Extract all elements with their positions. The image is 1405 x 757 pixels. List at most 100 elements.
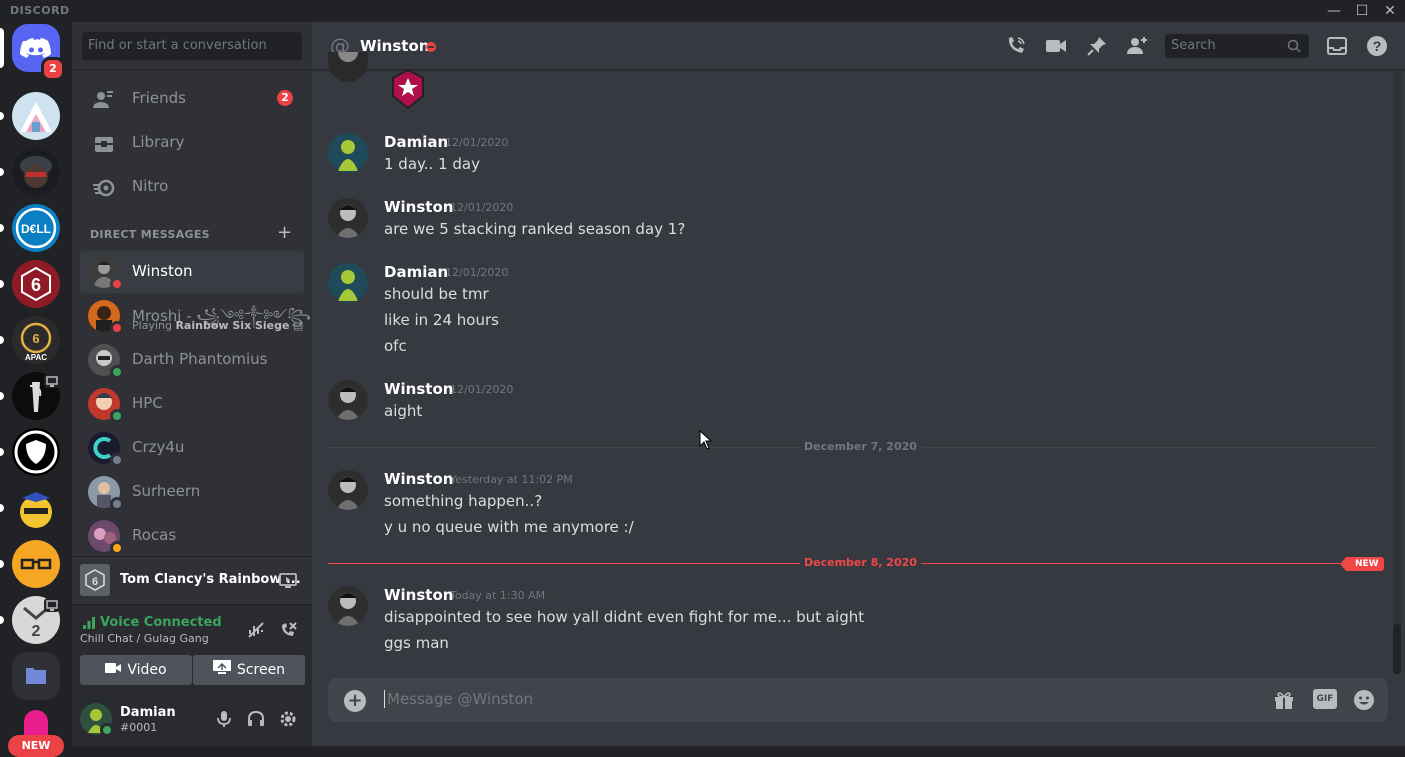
gift-icon[interactable] <box>1272 688 1296 712</box>
status-online-icon <box>110 365 124 379</box>
video-call-icon[interactable] <box>1044 34 1068 58</box>
dm-name: Rocas <box>132 526 177 544</box>
server-icon-shield[interactable] <box>12 428 60 476</box>
folder-icon <box>26 668 46 684</box>
message-avatar[interactable] <box>328 470 368 510</box>
dm-item-mroshi[interactable]: Mroshi - ꧁༺༒༻꧂... Playing Rainbow Six Si… <box>80 295 325 337</box>
message-text: ofc <box>384 337 407 355</box>
selected-pill <box>0 28 4 68</box>
unread-pill <box>0 504 4 512</box>
nav-friends[interactable]: Friends 2 <box>80 78 304 120</box>
title-bar: DISCORD — ☐ ✕ <box>0 0 1405 22</box>
go-live-icon[interactable] <box>278 571 298 591</box>
microphone-icon[interactable] <box>214 709 234 729</box>
message-author[interactable]: Winston <box>384 380 453 398</box>
unread-pill <box>0 112 4 120</box>
friends-badge: 2 <box>277 90 293 106</box>
chat-title[interactable]: Winston <box>360 37 429 55</box>
server-icon-apac[interactable]: 6 APAC <box>12 316 60 364</box>
minimize-button[interactable]: — <box>1323 1 1345 21</box>
message-avatar[interactable] <box>328 263 368 303</box>
shield-server-icon <box>12 428 60 476</box>
message-author[interactable]: Damian <box>384 263 448 281</box>
noise-suppression-icon[interactable] <box>246 620 266 640</box>
emoji-icon[interactable] <box>1352 688 1376 712</box>
maximize-button[interactable]: ☐ <box>1351 1 1373 21</box>
server-icon-dell[interactable]: D€LL <box>12 204 60 252</box>
status-idle-icon <box>110 541 124 555</box>
dm-item-darth-phantomius[interactable]: Darth Phantomius <box>80 339 304 381</box>
nav-nitro[interactable]: Nitro <box>80 166 304 208</box>
svg-text:6: 6 <box>92 576 98 588</box>
monitor-icon <box>46 600 58 611</box>
message-author[interactable]: Damian <box>384 133 448 151</box>
svg-text:?: ? <box>1373 38 1382 54</box>
app-brand: DISCORD <box>10 4 70 17</box>
message-avatar[interactable] <box>328 52 368 82</box>
dm-name: Winston <box>132 262 193 280</box>
message-input[interactable]: Message @Winston <box>384 690 533 708</box>
video-button[interactable]: Video <box>80 655 192 685</box>
dm-item-rocas[interactable]: Rocas <box>80 515 304 557</box>
message-author[interactable]: Winston <box>384 470 453 488</box>
voice-status[interactable]: Voice Connected <box>100 615 222 630</box>
activity-panel: 6 Tom Clancy's Rainbow ... <box>72 556 312 604</box>
dm-sidebar: Find or start a conversation Friends 2 L… <box>72 22 325 746</box>
dm-item-winston[interactable]: Winston <box>80 251 304 293</box>
status-online-icon <box>100 723 114 737</box>
svg-text:6: 6 <box>31 275 41 295</box>
message-avatar[interactable] <box>328 380 368 420</box>
home-badge: 2 <box>41 57 65 81</box>
message-text: y u no queue with me anymore :/ <box>384 518 634 536</box>
message-avatar[interactable] <box>328 586 368 626</box>
status-dnd-icon <box>110 321 124 335</box>
soldier-server-icon <box>12 148 60 196</box>
pin-icon[interactable] <box>1085 34 1109 58</box>
message-author[interactable]: Winston <box>384 586 453 604</box>
message-text: are we 5 stacking ranked season day 1? <box>384 220 686 238</box>
close-button[interactable]: ✕ <box>1379 1 1401 21</box>
rich-presence-icon: ▤ <box>292 319 304 332</box>
svg-text:2: 2 <box>32 623 41 640</box>
message-avatar[interactable] <box>328 198 368 238</box>
new-messages-tag: NEW <box>1340 557 1384 571</box>
server-icon-castle[interactable] <box>12 92 60 140</box>
voice-panel: Voice Connected Chill Chat / Gulag Gang … <box>72 604 312 692</box>
new-unreads-pill[interactable]: NEW <box>8 735 64 757</box>
message-text: something happen..? <box>384 492 543 510</box>
find-conversation-button[interactable]: Find or start a conversation <box>82 32 302 60</box>
svg-text:APAC: APAC <box>25 353 47 362</box>
headphones-icon[interactable] <box>246 709 266 729</box>
dm-item-surheern[interactable]: Surheern <box>80 471 304 513</box>
dm-name: Crzy4u <box>132 438 185 456</box>
server-icon-soldier[interactable] <box>12 148 60 196</box>
nav-library[interactable]: Library <box>80 122 304 164</box>
create-dm-button[interactable]: + <box>277 222 292 243</box>
message-timestamp: 12/01/2020 <box>445 136 509 149</box>
server-icon-rainbow6[interactable]: 6 <box>12 260 60 308</box>
message-author[interactable]: Winston <box>384 198 453 216</box>
chat-area: @ Winston Search ? Damian 12/01/2020 1 d… <box>312 22 1405 746</box>
chat-header: @ Winston Search ? <box>312 22 1405 70</box>
voice-channel[interactable]: Chill Chat / Gulag Gang <box>80 632 209 645</box>
voice-call-icon[interactable] <box>1004 34 1028 58</box>
upload-plus-icon[interactable]: + <box>344 690 366 712</box>
message-avatar[interactable] <box>328 133 368 173</box>
dm-item-hpc[interactable]: HPC <box>80 383 304 425</box>
inbox-icon[interactable] <box>1325 34 1349 58</box>
settings-gear-icon[interactable] <box>278 709 298 729</box>
screen-button[interactable]: Screen <box>193 655 305 685</box>
add-friend-icon[interactable] <box>1125 34 1149 58</box>
scrollbar-track[interactable] <box>1393 72 1401 674</box>
dell-server-icon: D€LL <box>12 204 60 252</box>
gif-button[interactable]: GIF <box>1313 689 1337 709</box>
server-folder[interactable] <box>12 652 60 700</box>
scrollbar-thumb[interactable] <box>1393 624 1401 674</box>
help-icon[interactable]: ? <box>1365 34 1389 58</box>
dm-item-crzy4u[interactable]: Crzy4u <box>80 427 304 469</box>
server-icon-glasses[interactable] <box>12 540 60 588</box>
disconnect-icon[interactable] <box>278 620 298 640</box>
emoji-server-icon <box>12 484 60 532</box>
server-icon-emoji[interactable] <box>12 484 60 532</box>
game-icon: 6 <box>80 564 110 596</box>
